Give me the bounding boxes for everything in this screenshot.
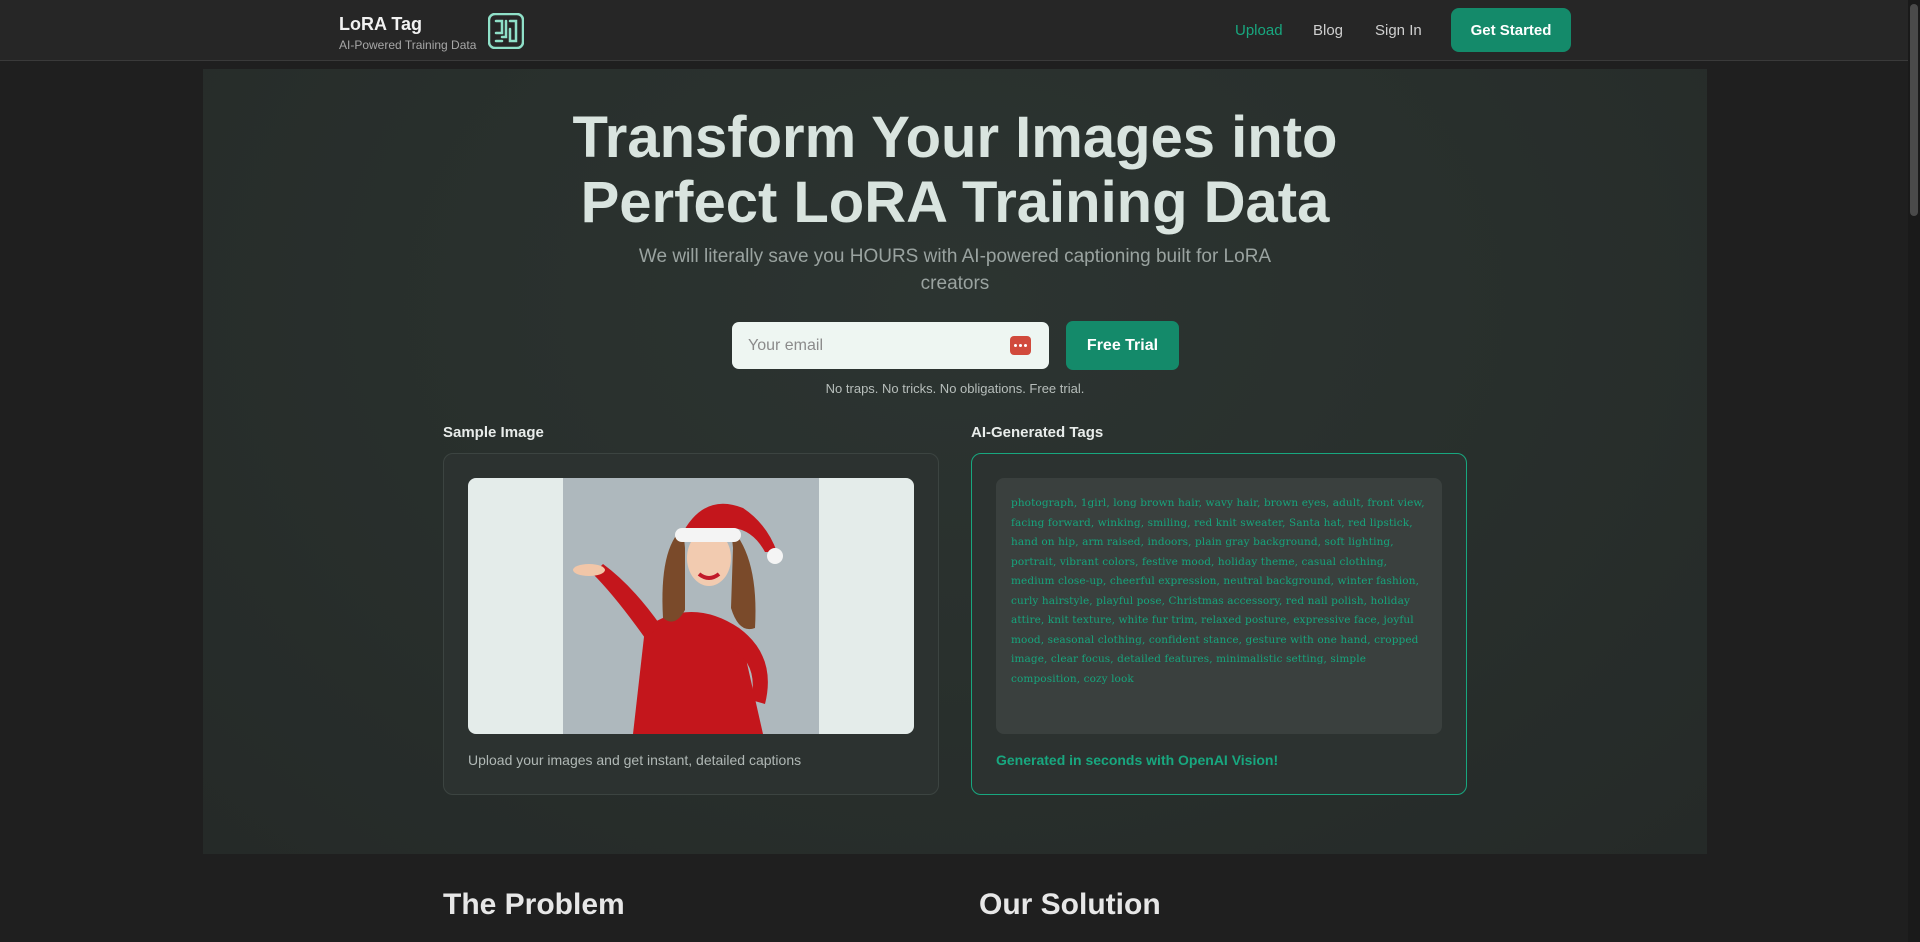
get-started-button[interactable]: Get Started bbox=[1451, 8, 1571, 52]
headline-line-2: Perfect LoRA Training Data bbox=[580, 170, 1330, 235]
maze-logo-icon[interactable] bbox=[488, 13, 524, 49]
headline-line-1: Transform Your Images into bbox=[572, 105, 1338, 170]
nav-link-blog[interactable]: Blog bbox=[1313, 22, 1343, 39]
hero-section: Transform Your Images into Perfect LoRA … bbox=[203, 69, 1707, 854]
email-field-wrapper bbox=[732, 322, 1049, 369]
no-obligation-note: No traps. No tricks. No obligations. Fre… bbox=[825, 381, 1085, 396]
page-scrollbar[interactable] bbox=[1908, 0, 1920, 942]
nav-link-upload[interactable]: Upload bbox=[1235, 22, 1283, 39]
password-manager-icon[interactable] bbox=[1010, 336, 1031, 355]
brand-title: LoRA Tag bbox=[339, 14, 422, 34]
ai-tags-text: photograph, 1girl, long brown hair, wavy… bbox=[1011, 497, 1425, 685]
ai-tags-title: AI-Generated Tags bbox=[971, 424, 1104, 441]
ai-tags-box: photograph, 1girl, long brown hair, wavy… bbox=[996, 478, 1442, 734]
problem-section-title: The Problem bbox=[443, 888, 625, 921]
brand-link[interactable]: LoRA Tag AI-Powered Training Data bbox=[339, 14, 476, 52]
free-trial-button[interactable]: Free Trial bbox=[1066, 321, 1179, 370]
ai-tags-footer: Generated in seconds with OpenAI Vision! bbox=[996, 752, 1279, 768]
nav-link-sign-in[interactable]: Sign In bbox=[1375, 22, 1422, 39]
sample-photo bbox=[563, 478, 819, 734]
hero-headline: Transform Your Images into Perfect LoRA … bbox=[203, 105, 1707, 235]
top-navbar: LoRA Tag AI-Powered Training Data Upload… bbox=[0, 0, 1908, 61]
sample-image-caption: Upload your images and get instant, deta… bbox=[468, 752, 802, 768]
sample-image-card: Upload your images and get instant, deta… bbox=[443, 453, 939, 795]
sample-image-title: Sample Image bbox=[443, 424, 544, 441]
sample-image-frame bbox=[468, 478, 914, 734]
ai-tags-card: photograph, 1girl, long brown hair, wavy… bbox=[971, 453, 1467, 795]
scrollbar-thumb[interactable] bbox=[1910, 4, 1918, 216]
hero-subline: We will literally save you HOURS with AI… bbox=[638, 246, 1272, 294]
email-input[interactable] bbox=[732, 322, 1002, 369]
brand-subtitle: AI-Powered Training Data bbox=[339, 38, 477, 52]
solution-section-title: Our Solution bbox=[979, 888, 1161, 921]
